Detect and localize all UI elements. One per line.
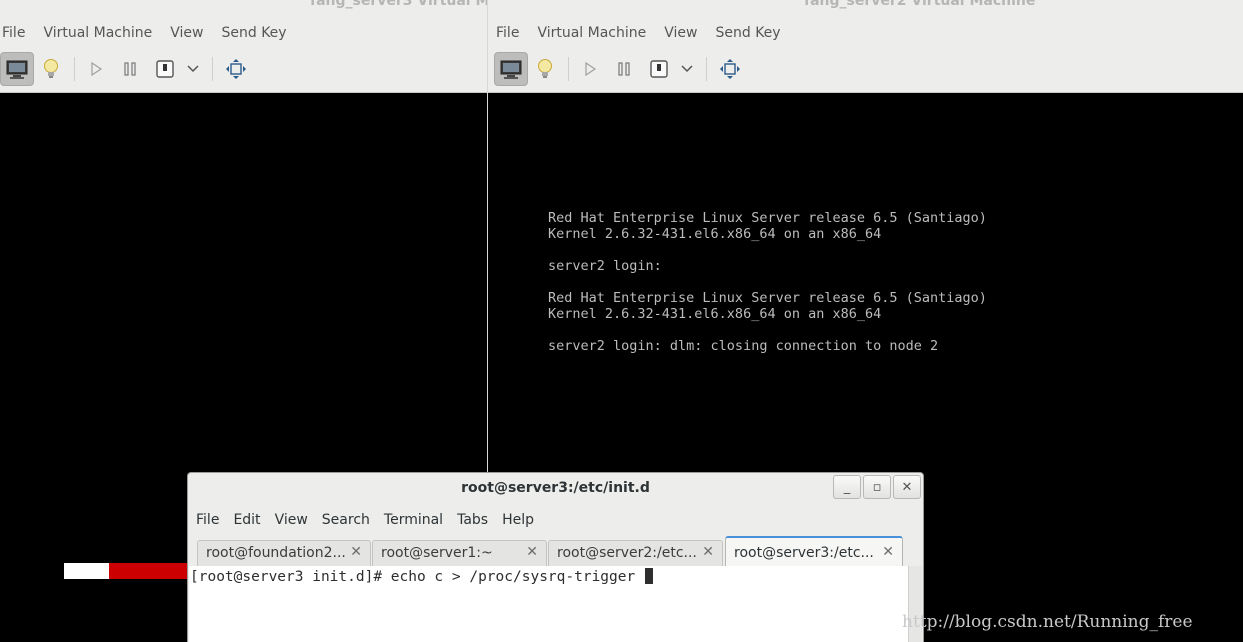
command-line: [root@server3 init.d]# echo c > /proc/sy… — [190, 568, 653, 586]
terminal-tabs: root@foundation2... ✕ root@server1:~ ✕ r… — [195, 536, 907, 567]
tab-server2[interactable]: root@server2:/etc... ✕ — [548, 540, 723, 567]
menu-search[interactable]: Search — [316, 510, 376, 530]
power-icon[interactable] — [642, 52, 676, 86]
terminal-menubar: File Edit View Search Terminal Tabs Help — [190, 510, 542, 530]
lightbulb-icon[interactable] — [528, 52, 562, 86]
menubar: File Virtual Machine View Send Key — [492, 23, 795, 43]
menubar: File Virtual Machine View Send Key — [0, 23, 301, 43]
chevron-down-icon[interactable] — [672, 52, 702, 86]
tab-server1[interactable]: root@server1:~ ✕ — [372, 540, 547, 567]
menu-send-key[interactable]: Send Key — [711, 23, 788, 43]
menu-view[interactable]: View — [166, 23, 211, 43]
menu-virtual-machine[interactable]: Virtual Machine — [533, 23, 654, 43]
terminal-body[interactable]: [root@server3 init.d]# echo c > /proc/sy… — [189, 566, 909, 642]
tab-label: root@server2:/etc... — [557, 545, 697, 561]
window-title: fang_server2 Virtual Machine — [804, 0, 1036, 9]
tab-label: root@server3:/etc... — [734, 545, 874, 561]
window-controls: _ ▫ ✕ — [831, 475, 921, 499]
console-output: Red Hat Enterprise Linux Server release … — [548, 210, 987, 354]
minimize-button[interactable]: _ — [833, 475, 861, 499]
menu-edit[interactable]: Edit — [227, 510, 266, 530]
chevron-down-icon[interactable] — [178, 52, 208, 86]
play-icon[interactable] — [79, 52, 113, 86]
toolbar — [494, 52, 764, 86]
monitor-icon[interactable] — [494, 52, 528, 86]
monitor-icon[interactable] — [0, 52, 34, 86]
tab-foundation2[interactable]: root@foundation2... ✕ — [197, 540, 371, 567]
watermark: http://blog.csdn.net/Running_free — [902, 612, 1193, 632]
menu-view[interactable]: View — [660, 23, 705, 43]
menu-file[interactable]: File — [190, 510, 225, 530]
vm-header: fang_server3 Virtual Mac File Virtual Ma… — [0, 0, 487, 93]
text-cursor — [644, 568, 653, 584]
menu-file[interactable]: File — [492, 23, 527, 43]
menu-tabs[interactable]: Tabs — [451, 510, 494, 530]
menu-file[interactable]: File — [0, 23, 33, 43]
tab-close-icon[interactable]: ✕ — [350, 544, 362, 560]
window-title: fang_server3 Virtual Mac — [310, 0, 487, 9]
vm-header: fang_server2 Virtual Machine File Virtua… — [488, 0, 1243, 93]
pause-icon[interactable] — [607, 52, 641, 86]
prompt-text: [root@server3 init.d]# echo c > /proc/sy… — [190, 569, 644, 585]
tab-server3[interactable]: root@server3:/etc... ✕ — [725, 536, 903, 567]
fullscreen-icon[interactable] — [713, 52, 747, 86]
fullscreen-icon[interactable] — [219, 52, 253, 86]
tab-close-icon[interactable]: ✕ — [702, 544, 714, 560]
boot-progress-bar — [64, 563, 188, 579]
close-button[interactable]: ✕ — [893, 475, 921, 499]
menu-terminal[interactable]: Terminal — [378, 510, 449, 530]
lightbulb-icon[interactable] — [34, 52, 68, 86]
menu-send-key[interactable]: Send Key — [217, 23, 294, 43]
tab-close-icon[interactable]: ✕ — [882, 544, 894, 560]
menu-view[interactable]: View — [269, 510, 314, 530]
terminal-window: root@server3:/etc/init.d _ ▫ ✕ File Edit… — [187, 472, 924, 642]
play-icon[interactable] — [573, 52, 607, 86]
tab-label: root@foundation2... — [206, 545, 346, 561]
tab-label: root@server1:~ — [381, 545, 493, 561]
terminal-title: root@server3:/etc/init.d — [461, 480, 650, 496]
maximize-button[interactable]: ▫ — [863, 475, 891, 499]
tab-close-icon[interactable]: ✕ — [526, 544, 538, 560]
toolbar — [0, 52, 270, 86]
power-icon[interactable] — [148, 52, 182, 86]
pause-icon[interactable] — [113, 52, 147, 86]
menu-help[interactable]: Help — [496, 510, 540, 530]
menu-virtual-machine[interactable]: Virtual Machine — [39, 23, 160, 43]
